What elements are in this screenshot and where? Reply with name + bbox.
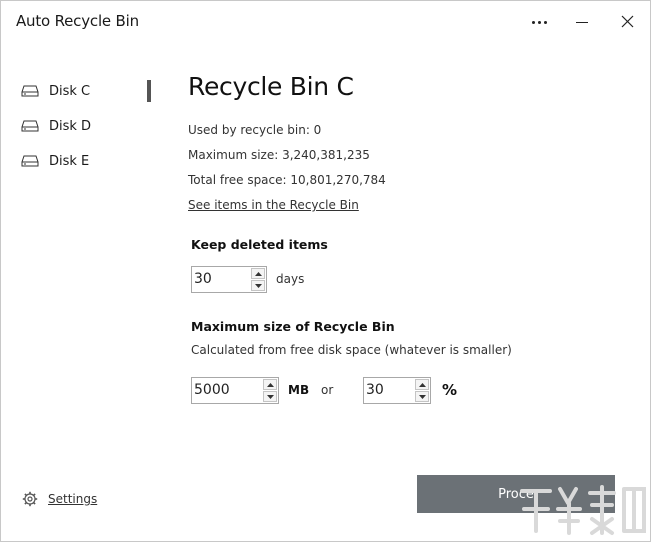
chevron-down-icon xyxy=(418,394,426,399)
stepper-arrows xyxy=(415,379,429,402)
more-dot xyxy=(537,20,541,24)
spin-up-button[interactable] xyxy=(415,379,429,390)
maximum-size-info: Maximum size: 3,240,381,235 xyxy=(188,148,370,162)
spin-down-button[interactable] xyxy=(251,280,265,291)
max-size-label: Maximum size of Recycle Bin xyxy=(191,319,395,334)
app-window: Auto Recycle Bin Disk C Disk D Disk E Re… xyxy=(0,0,651,542)
chevron-up-icon xyxy=(266,382,274,387)
spin-down-button[interactable] xyxy=(415,391,429,402)
days-unit: days xyxy=(276,272,305,286)
percent-value: 30 xyxy=(366,382,384,398)
keep-days-stepper[interactable]: 30 xyxy=(191,266,267,293)
or-text: or xyxy=(321,383,334,397)
used-by-recycle-bin: Used by recycle bin: 0 xyxy=(188,123,322,137)
close-icon xyxy=(621,15,634,28)
spin-up-button[interactable] xyxy=(251,268,265,279)
app-title: Auto Recycle Bin xyxy=(16,12,139,30)
more-options-button[interactable] xyxy=(523,11,555,33)
drive-icon xyxy=(21,120,39,132)
mb-unit: MB xyxy=(288,383,310,397)
gear-icon xyxy=(22,491,38,507)
chevron-down-icon xyxy=(254,283,262,288)
percent-stepper[interactable]: 30 xyxy=(363,377,431,404)
page-title: Recycle Bin C xyxy=(188,72,354,101)
sidebar-item-label: Disk E xyxy=(49,153,90,169)
minimize-button[interactable] xyxy=(567,11,599,33)
chevron-up-icon xyxy=(254,271,262,276)
sidebar-item-disk-c[interactable]: Disk C xyxy=(21,78,141,104)
sidebar-item-label: Disk C xyxy=(49,83,91,99)
more-dot xyxy=(543,20,547,24)
settings-label: Settings xyxy=(48,492,98,506)
keep-days-value: 30 xyxy=(194,271,212,287)
mb-stepper[interactable]: 5000 xyxy=(191,377,279,404)
see-items-link[interactable]: See items in the Recycle Bin xyxy=(188,198,359,212)
sidebar-item-disk-d[interactable]: Disk D xyxy=(21,113,141,139)
keep-deleted-items-label: Keep deleted items xyxy=(191,237,328,252)
spin-up-button[interactable] xyxy=(263,379,277,390)
stepper-arrows xyxy=(263,379,277,402)
drive-icon xyxy=(21,155,39,167)
drive-icon xyxy=(21,85,39,97)
sidebar-item-disk-e[interactable]: Disk E xyxy=(21,148,141,174)
mb-value: 5000 xyxy=(194,382,230,398)
chevron-down-icon xyxy=(266,394,274,399)
chevron-up-icon xyxy=(418,382,426,387)
total-free-space-info: Total free space: 10,801,270,784 xyxy=(188,173,386,187)
stepper-arrows xyxy=(251,268,265,291)
close-button[interactable] xyxy=(613,9,641,35)
minimize-icon xyxy=(576,22,588,23)
watermark-logo xyxy=(520,485,646,535)
max-size-description: Calculated from free disk space (whateve… xyxy=(191,343,512,357)
percent-unit: % xyxy=(442,381,458,399)
title-bar: Auto Recycle Bin xyxy=(1,1,650,41)
selection-indicator xyxy=(147,80,151,102)
more-horizontal-icon xyxy=(531,20,535,24)
spin-down-button[interactable] xyxy=(263,391,277,402)
sidebar-item-label: Disk D xyxy=(49,118,92,134)
settings-link[interactable]: Settings xyxy=(22,491,97,507)
